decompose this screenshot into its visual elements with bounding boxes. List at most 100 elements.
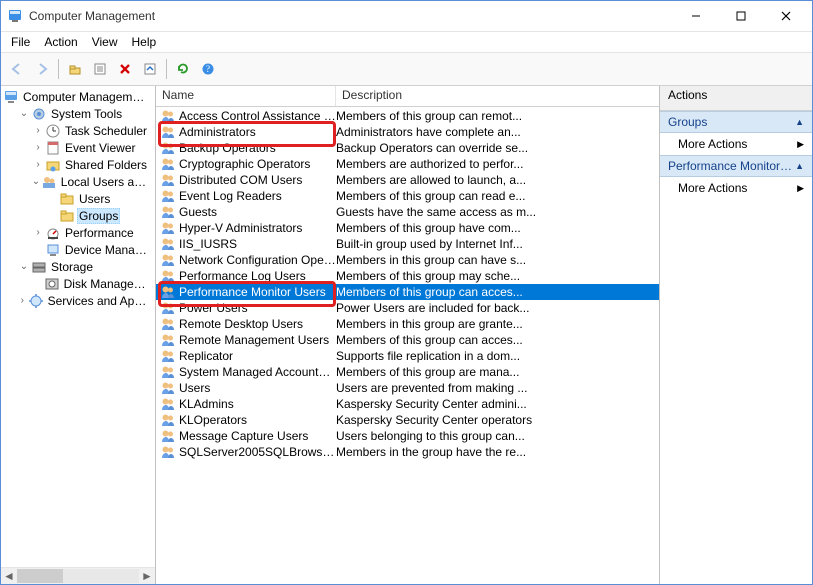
menu-view[interactable]: View [86, 33, 124, 51]
scroll-thumb[interactable] [17, 569, 63, 583]
group-name: Distributed COM Users [179, 173, 302, 187]
group-description: Users are prevented from making ... [336, 381, 659, 395]
column-name[interactable]: Name [156, 86, 336, 106]
tree-item[interactable]: Device Manager [3, 241, 155, 258]
list-row[interactable]: Event Log ReadersMembers of this group c… [156, 188, 659, 204]
group-name: Administrators [179, 125, 256, 139]
scroll-left-icon[interactable]: ◄ [1, 569, 17, 583]
list-row[interactable]: System Managed Accounts GroupMembers of … [156, 364, 659, 380]
tree-item-icon [31, 106, 47, 122]
column-description[interactable]: Description [336, 86, 659, 106]
tree-item[interactable]: ›Performance [3, 224, 155, 241]
tree-item[interactable]: Users [3, 190, 155, 207]
expander-icon[interactable]: › [17, 295, 28, 306]
group-icon [160, 236, 176, 252]
column-headers: Name Description [156, 86, 659, 107]
tree-item-icon [44, 276, 60, 292]
tree-item-label: Local Users and Groups [59, 175, 153, 189]
action-item[interactable]: More Actions▶ [660, 133, 812, 155]
menu-action[interactable]: Action [38, 33, 83, 51]
tree-item[interactable]: ›Services and Applications [3, 292, 155, 309]
menu-help[interactable]: Help [126, 33, 163, 51]
properties-button[interactable] [88, 57, 112, 81]
collapse-icon: ▲ [795, 161, 804, 171]
tree-item-icon [41, 174, 57, 190]
scroll-right-icon[interactable]: ► [139, 569, 155, 583]
group-name: Remote Desktop Users [179, 317, 303, 331]
list-row[interactable]: Backup OperatorsBackup Operators can ove… [156, 140, 659, 156]
list-row[interactable]: KLAdminsKaspersky Security Center admini… [156, 396, 659, 412]
group-icon [160, 444, 176, 460]
action-section-title: Performance Monitor Users [668, 159, 795, 173]
group-description: Members of this group are mana... [336, 365, 659, 379]
list-row[interactable]: Network Configuration OperatorsMembers i… [156, 252, 659, 268]
submenu-icon: ▶ [797, 139, 804, 150]
list-row[interactable]: Administrators Administrators have comple… [156, 124, 659, 140]
expander-icon[interactable]: › [31, 142, 45, 153]
group-name: Remote Management Users [179, 333, 329, 347]
list-row[interactable]: Hyper-V AdministratorsMembers of this gr… [156, 220, 659, 236]
body: Computer Management (Local ⌄System Tools… [1, 86, 812, 584]
action-item[interactable]: More Actions▶ [660, 177, 812, 199]
group-name: Cryptographic Operators [179, 157, 310, 171]
tree-content[interactable]: Computer Management (Local ⌄System Tools… [1, 86, 155, 567]
list-row[interactable]: Users Users are prevented from making ... [156, 380, 659, 396]
group-description: Administrators have complete an... [336, 125, 659, 139]
expander-icon[interactable]: ⌄ [17, 108, 31, 119]
expander-icon[interactable]: ⌄ [31, 176, 41, 187]
list-row[interactable]: Remote Management UsersMembers of this g… [156, 332, 659, 348]
group-name: Users [179, 381, 210, 395]
list-row[interactable]: Access Control Assistance Operat...Membe… [156, 108, 659, 124]
tree-item[interactable]: ⌄ Storage [3, 258, 155, 275]
list-row[interactable]: IIS_IUSRSBuilt-in group used by Internet… [156, 236, 659, 252]
list-row[interactable]: Message Capture UsersUsers belonging to … [156, 428, 659, 444]
group-name: Guests [179, 205, 217, 219]
list-row[interactable]: Performance Monitor UsersMembers of this… [156, 284, 659, 300]
list-row[interactable]: Power UsersPower Users are included for … [156, 300, 659, 316]
list-body[interactable]: Access Control Assistance Operat...Membe… [156, 107, 659, 584]
tree-item-label: Shared Folders [63, 158, 149, 172]
tree-item[interactable]: ›Task Scheduler [3, 122, 155, 139]
list-row[interactable]: GuestsGuests have the same access as m..… [156, 204, 659, 220]
list-row[interactable]: Remote Desktop UsersMembers in this grou… [156, 316, 659, 332]
tree-root[interactable]: Computer Management (Local [3, 88, 155, 105]
export-button[interactable] [138, 57, 162, 81]
tree-item[interactable]: › Shared Folders [3, 156, 155, 173]
list-row[interactable]: KLOperatorsKaspersky Security Center ope… [156, 412, 659, 428]
expander-icon[interactable]: › [31, 227, 45, 238]
group-name: KLOperators [179, 413, 247, 427]
delete-button[interactable] [113, 57, 137, 81]
group-description: Members of this group can read e... [336, 189, 659, 203]
expander-icon[interactable]: › [31, 159, 45, 170]
list-row[interactable]: Distributed COM UsersMembers are allowed… [156, 172, 659, 188]
list-row[interactable]: SQLServer2005SQLBrowserUser$E...Members … [156, 444, 659, 460]
expander-icon[interactable]: › [31, 125, 45, 136]
group-name: Performance Monitor Users [179, 285, 326, 299]
forward-button[interactable] [30, 57, 54, 81]
tree-item-label: Storage [49, 260, 95, 274]
tree-item[interactable]: ›Event Viewer [3, 139, 155, 156]
tree-item[interactable]: Disk Management [3, 275, 155, 292]
menu-file[interactable]: File [5, 33, 36, 51]
close-button[interactable] [763, 1, 808, 31]
expander-icon[interactable]: ⌄ [17, 261, 31, 272]
minimize-button[interactable] [673, 1, 718, 31]
action-section-header[interactable]: Performance Monitor Users▲ [660, 155, 812, 177]
group-name: IIS_IUSRS [179, 237, 237, 251]
tree-item[interactable]: ⌄System Tools [3, 105, 155, 122]
scroll-track[interactable] [17, 569, 139, 583]
actions-list: Groups▲More Actions▶Performance Monitor … [660, 111, 812, 584]
list-row[interactable]: Performance Log UsersMembers of this gro… [156, 268, 659, 284]
tree-item[interactable]: Groups [3, 207, 155, 224]
back-button[interactable] [5, 57, 29, 81]
list-row[interactable]: ReplicatorSupports file replication in a… [156, 348, 659, 364]
tree-item[interactable]: ⌄ Local Users and Groups [3, 173, 155, 190]
list-row[interactable]: Cryptographic OperatorsMembers are autho… [156, 156, 659, 172]
action-section-header[interactable]: Groups▲ [660, 111, 812, 133]
help-button[interactable]: ? [196, 57, 220, 81]
refresh-button[interactable] [171, 57, 195, 81]
group-description: Members in the group have the re... [336, 445, 659, 459]
tree-horizontal-scrollbar[interactable]: ◄ ► [1, 567, 155, 584]
up-button[interactable] [63, 57, 87, 81]
maximize-button[interactable] [718, 1, 763, 31]
